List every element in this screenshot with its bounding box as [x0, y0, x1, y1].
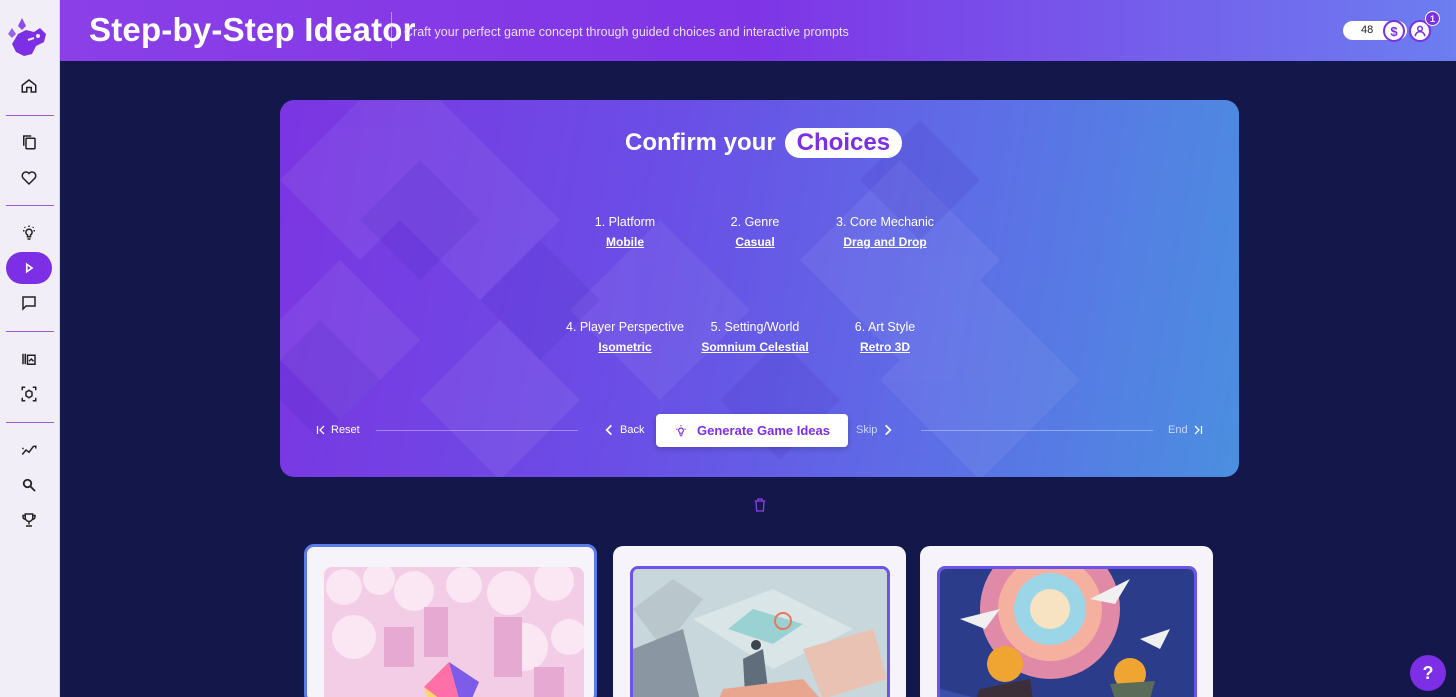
first-page-icon — [316, 425, 325, 435]
sidebar-item-ideas[interactable] — [6, 217, 52, 249]
choice-label: 1. Platform — [594, 215, 656, 229]
confirm-choices-panel: Confirm your Choices 1. Platform Mobile … — [280, 100, 1239, 477]
choice-label: 3. Core Mechanic — [836, 215, 934, 229]
back-label: Back — [620, 424, 645, 436]
generate-label: Generate Game Ideas — [697, 423, 830, 438]
choice-genre: 2. Genre Casual — [705, 215, 805, 249]
idea-image-celestial-vortex[interactable] — [937, 566, 1197, 697]
choice-label: 5. Setting/World — [710, 320, 800, 334]
back-button[interactable]: Back — [602, 422, 644, 438]
trash-icon[interactable] — [752, 497, 768, 513]
progress-line-left — [376, 430, 578, 431]
choice-label: 6. Art Style — [854, 320, 916, 334]
sidebar-item-copy[interactable] — [6, 126, 52, 158]
idea-card-2[interactable] — [613, 546, 906, 697]
choice-core-mechanic: 3. Core Mechanic Drag and Drop — [825, 215, 945, 249]
progress-line-right — [921, 430, 1153, 431]
generate-game-ideas-button[interactable]: Generate Game Ideas — [656, 414, 848, 447]
choice-art-style: 6. Art Style Retro 3D — [835, 320, 935, 354]
lightbulb-icon — [676, 424, 686, 436]
choice-platform: 1. Platform Mobile — [575, 215, 675, 249]
idea-card-1[interactable] — [304, 544, 597, 697]
help-button[interactable]: ? — [1410, 655, 1446, 691]
sidebar-item-trophy[interactable] — [6, 504, 52, 536]
trend-icon — [21, 445, 37, 455]
choice-value-link[interactable]: Retro 3D — [835, 340, 935, 354]
sidebar-divider — [6, 115, 54, 116]
credits-count: 48 — [1361, 24, 1374, 36]
user-icon — [1414, 25, 1426, 37]
home-icon — [21, 79, 37, 93]
sidebar — [0, 0, 60, 697]
skip-button[interactable]: Skip — [856, 422, 895, 438]
idea-image-pink-clouds[interactable] — [324, 567, 584, 697]
sidebar-divider — [6, 422, 54, 423]
sidebar-item-search[interactable] — [6, 469, 52, 501]
sidebar-item-step-by-step[interactable] — [6, 252, 52, 284]
cube-icon — [21, 386, 37, 402]
choice-player-perspective: 4. Player Perspective Isometric — [560, 320, 690, 354]
chevron-left-icon — [605, 424, 612, 436]
copy-icon — [23, 135, 36, 150]
sidebar-item-library[interactable] — [6, 343, 52, 375]
sidebar-divider — [6, 331, 54, 332]
chevron-right-icon — [885, 424, 892, 436]
panel-title-prefix: Confirm your — [625, 129, 776, 156]
last-page-icon — [1194, 425, 1202, 435]
end-button[interactable]: End — [1168, 424, 1204, 436]
sidebar-divider — [6, 205, 54, 206]
sidebar-item-analytics[interactable] — [6, 434, 52, 466]
choice-value-link[interactable]: Somnium Celestial — [695, 340, 815, 354]
choice-value-link[interactable]: Casual — [705, 235, 805, 249]
idea-image-isometric-ruins[interactable] — [630, 566, 890, 697]
logo-icon[interactable] — [4, 14, 50, 60]
header-divider — [391, 12, 392, 48]
idea-card-3[interactable] — [920, 546, 1213, 697]
choice-label: 2. Genre — [730, 215, 780, 229]
panel-title-highlight: Choices — [784, 128, 903, 158]
panel-title: Confirm your Choices — [625, 126, 903, 160]
sidebar-item-assets[interactable] — [6, 378, 52, 410]
choice-value-link[interactable]: Mobile — [575, 235, 675, 249]
page-title: Step-by-Step Ideator — [89, 11, 416, 48]
library-icon — [22, 353, 36, 365]
page-header: Step-by-Step Ideator Craft your perfect … — [60, 0, 1456, 61]
choice-value-link[interactable]: Isometric — [560, 340, 690, 354]
lightbulb-icon — [23, 225, 35, 240]
reset-label: Reset — [331, 424, 360, 436]
sidebar-item-favorites[interactable] — [6, 162, 52, 194]
page-subtitle: Craft your perfect game concept through … — [404, 25, 849, 39]
heart-icon — [21, 171, 37, 186]
chat-icon — [22, 296, 36, 311]
notification-badge: 1 — [1425, 11, 1440, 26]
sidebar-item-chat[interactable] — [6, 287, 52, 319]
search-icon — [22, 478, 36, 492]
end-label: End — [1168, 424, 1188, 436]
coin-icon[interactable]: $ — [1383, 20, 1405, 42]
play-icon — [25, 262, 34, 274]
sidebar-item-home[interactable] — [6, 70, 52, 102]
trophy-icon — [22, 513, 36, 527]
choice-setting-world: 5. Setting/World Somnium Celestial — [695, 320, 815, 354]
choice-label: 4. Player Perspective — [565, 320, 685, 334]
skip-label: Skip — [856, 424, 878, 436]
choice-value-link[interactable]: Drag and Drop — [825, 235, 945, 249]
reset-button[interactable]: Reset — [315, 424, 360, 436]
